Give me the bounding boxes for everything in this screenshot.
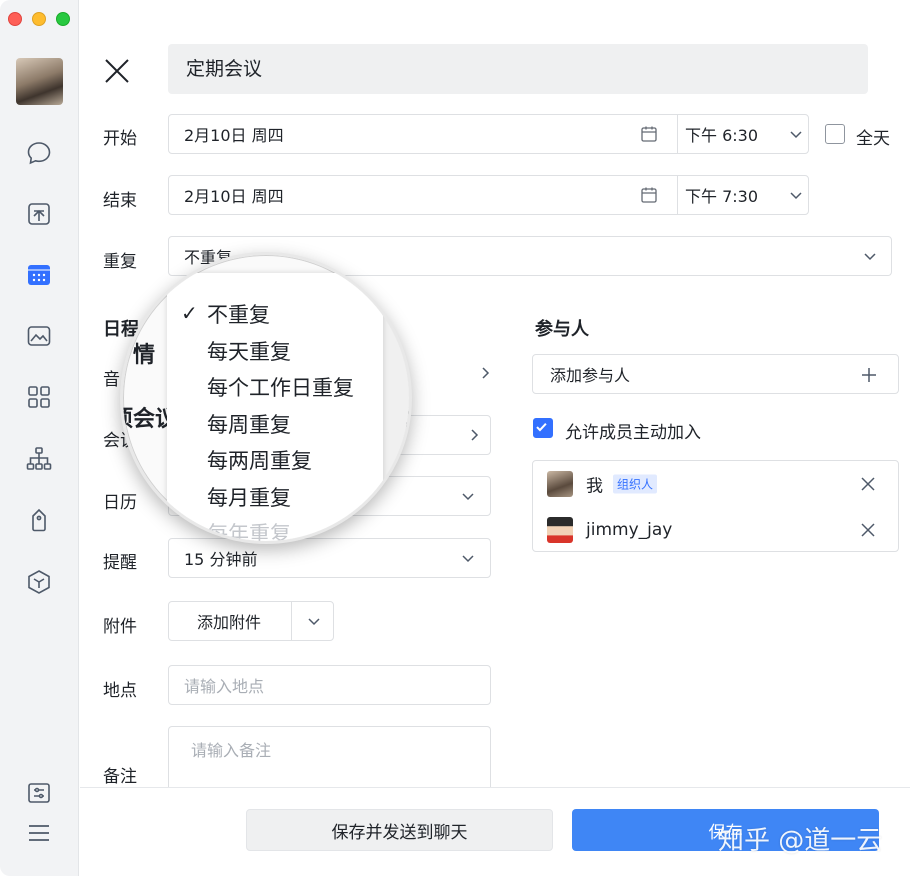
calendar-icon[interactable] bbox=[24, 260, 54, 290]
repeat-option[interactable]: 每天重复 bbox=[207, 336, 291, 366]
tag-icon[interactable] bbox=[24, 505, 54, 535]
participant-name: jimmy_jay bbox=[586, 520, 673, 540]
all-day-label: 全天 bbox=[856, 129, 890, 149]
audio-label-partial: 音 bbox=[103, 370, 120, 390]
add-participant-field[interactable]: 添加参与人 bbox=[532, 354, 899, 394]
close-window-button[interactable] bbox=[8, 12, 22, 26]
event-title-input[interactable]: 定期会议 bbox=[168, 44, 868, 94]
location-label: 地点 bbox=[103, 681, 137, 701]
organizer-badge: 组织人 bbox=[613, 474, 658, 494]
app-window: 定期会议 开始 2月10日 周四 下午 6:30 全天 结束 2月10日 周四 … bbox=[0, 0, 910, 876]
add-attachment-button[interactable]: 添加附件 bbox=[197, 609, 261, 633]
attachment-label: 附件 bbox=[103, 617, 137, 637]
remove-icon[interactable] bbox=[860, 476, 876, 492]
notes-placeholder: 请输入备注 bbox=[191, 741, 272, 760]
repeat-option[interactable]: 每年重复 bbox=[207, 518, 291, 541]
participants-list: 我 组织人 jimmy_jay bbox=[532, 460, 899, 552]
left-sidebar bbox=[0, 0, 79, 876]
chevron-right-icon[interactable] bbox=[478, 366, 492, 380]
start-label: 开始 bbox=[103, 129, 137, 149]
avatar bbox=[547, 517, 573, 543]
checkmark-icon: ✓ bbox=[181, 301, 198, 325]
watermark: 知乎 @道一云 bbox=[718, 826, 883, 856]
calendar-icon[interactable] bbox=[640, 186, 658, 204]
user-avatar[interactable] bbox=[16, 58, 63, 105]
participant-row: jimmy_jay bbox=[533, 507, 898, 553]
divider bbox=[291, 602, 292, 640]
zoom-window-button[interactable] bbox=[56, 12, 70, 26]
close-icon[interactable] bbox=[103, 57, 131, 85]
allow-join-checkbox[interactable] bbox=[533, 418, 553, 438]
start-time-value[interactable]: 下午 6:30 bbox=[685, 122, 758, 146]
magnified-background-text: 情 bbox=[133, 343, 156, 368]
end-label: 结束 bbox=[103, 191, 137, 211]
chat-icon[interactable] bbox=[24, 138, 54, 168]
org-chart-icon[interactable] bbox=[24, 444, 54, 474]
participants-title: 参与人 bbox=[535, 319, 589, 340]
chevron-right-icon bbox=[471, 429, 479, 441]
chevron-down-icon bbox=[462, 555, 474, 563]
minimize-window-button[interactable] bbox=[32, 12, 46, 26]
allow-join-label: 允许成员主动加入 bbox=[565, 423, 701, 443]
repeat-option[interactable]: 每周重复 bbox=[207, 409, 291, 439]
repeat-label: 重复 bbox=[103, 252, 137, 272]
calendar-icon[interactable] bbox=[640, 125, 658, 143]
avatar bbox=[547, 471, 573, 497]
menu-icon[interactable] bbox=[24, 818, 54, 848]
start-datetime-field: 2月10日 周四 下午 6:30 bbox=[168, 114, 809, 154]
remove-icon[interactable] bbox=[860, 522, 876, 538]
add-participant-label: 添加参与人 bbox=[550, 366, 631, 385]
divider bbox=[677, 176, 678, 214]
attachment-button-group: 添加附件 bbox=[168, 601, 334, 641]
docs-icon[interactable] bbox=[24, 199, 54, 229]
chevron-down-icon[interactable] bbox=[307, 614, 321, 628]
settings-panel-icon[interactable] bbox=[24, 778, 54, 808]
calendar-label: 日历 bbox=[103, 493, 137, 513]
plus-icon[interactable] bbox=[860, 366, 878, 384]
notes-label: 备注 bbox=[103, 767, 137, 787]
repeat-option[interactable]: 每两周重复 bbox=[207, 445, 312, 475]
participant-name: 我 bbox=[586, 476, 603, 497]
location-placeholder: 请输入地点 bbox=[184, 677, 265, 696]
chevron-down-icon[interactable] bbox=[789, 188, 803, 202]
reminder-label: 提醒 bbox=[103, 553, 137, 573]
reminder-select[interactable]: 15 分钟前 bbox=[168, 538, 491, 578]
reminder-value: 15 分钟前 bbox=[184, 550, 258, 569]
repeat-option[interactable]: 每月重复 bbox=[207, 482, 291, 512]
chevron-down-icon bbox=[462, 493, 474, 501]
apps-grid-icon[interactable] bbox=[24, 382, 54, 412]
location-input[interactable]: 请输入地点 bbox=[168, 665, 491, 705]
participant-row: 我 组织人 bbox=[533, 461, 898, 507]
chevron-down-icon bbox=[864, 253, 876, 261]
workspace-icon[interactable] bbox=[24, 321, 54, 351]
start-date-value[interactable]: 2月10日 周四 bbox=[184, 122, 284, 146]
divider bbox=[677, 115, 678, 153]
save-and-send-button[interactable]: 保存并发送到聊天 bbox=[246, 809, 553, 851]
repeat-option[interactable]: 每个工作日重复 bbox=[207, 372, 354, 402]
end-datetime-field: 2月10日 周四 下午 7:30 bbox=[168, 175, 809, 215]
magnified-background bbox=[381, 285, 409, 541]
repeat-option[interactable]: 不重复 bbox=[207, 299, 270, 329]
chevron-down-icon[interactable] bbox=[789, 127, 803, 141]
all-day-checkbox[interactable] bbox=[825, 124, 845, 144]
cube-icon[interactable] bbox=[24, 567, 54, 597]
end-date-value[interactable]: 2月10日 周四 bbox=[184, 183, 284, 207]
magnifier-callout: 情 项会议 议说 ✓ 不重复 每天重复 每个工作日重复 每周重复 每两周重复 每… bbox=[120, 252, 412, 544]
end-time-value[interactable]: 下午 7:30 bbox=[685, 183, 758, 207]
notes-textarea[interactable]: 请输入备注 bbox=[168, 726, 491, 788]
